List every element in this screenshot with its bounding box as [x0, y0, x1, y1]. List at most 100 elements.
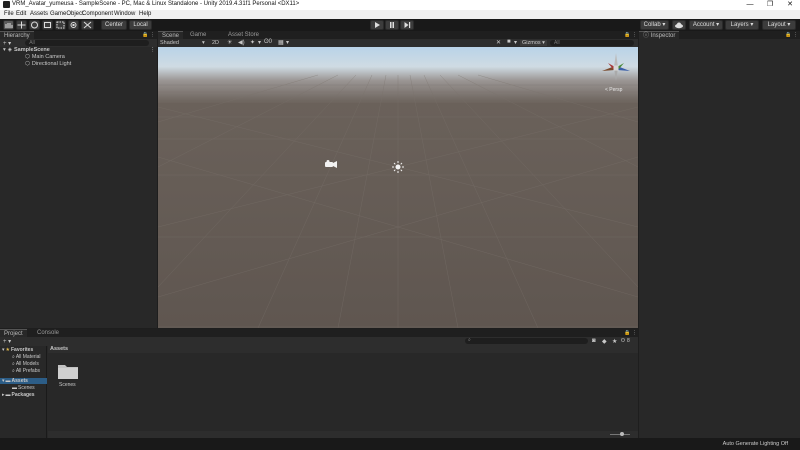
- menu-assets[interactable]: Assets: [30, 11, 48, 17]
- effects-toggle-icon[interactable]: ✦: [250, 39, 255, 46]
- tools-icon[interactable]: ✕: [496, 39, 501, 46]
- projection-label[interactable]: < Persp: [605, 87, 622, 93]
- gizmos-dropdown[interactable]: Gizmos ▾: [520, 40, 547, 46]
- game-tab-label: Game: [190, 32, 207, 38]
- hierarchy-item-main-camera[interactable]: ⬡ Main Camera: [25, 54, 65, 60]
- tab-project[interactable]: Project: [0, 329, 27, 337]
- tree-all-materials[interactable]: ⌕ All Material: [12, 354, 41, 360]
- inspector-tab-bar: ⓘ Inspector 🔒 ⋮: [639, 31, 800, 39]
- tab-asset-store[interactable]: Asset Store: [224, 31, 264, 39]
- tab-console[interactable]: Console: [33, 329, 64, 337]
- play-button[interactable]: [370, 20, 384, 30]
- status-bar: Auto Generate Lighting Off: [0, 438, 800, 450]
- toggle-2d-button[interactable]: 2D: [212, 40, 219, 46]
- icon-size-slider[interactable]: [610, 432, 630, 436]
- menu-help[interactable]: Help: [139, 11, 151, 17]
- search-placeholder: All: [554, 40, 560, 46]
- tab-game[interactable]: Game: [186, 31, 211, 39]
- collab-button[interactable]: Collab ▾: [640, 20, 669, 30]
- chevron-down-icon[interactable]: ▾: [202, 40, 205, 46]
- tree-scenes[interactable]: ▬ Scenes: [12, 385, 35, 391]
- pivot-mode-button[interactable]: Center: [101, 20, 127, 30]
- kebab-menu-icon[interactable]: ⋮: [632, 330, 637, 336]
- custom-tool-button[interactable]: [81, 20, 94, 30]
- lock-icon[interactable]: 🔒: [624, 330, 630, 336]
- create-button[interactable]: + ▾: [3, 40, 11, 47]
- chevron-down-icon[interactable]: ▾: [286, 39, 289, 46]
- kebab-menu-icon[interactable]: ⋮: [793, 32, 798, 38]
- hidden-objects-icon[interactable]: ʘ0: [264, 39, 272, 45]
- step-button[interactable]: [400, 20, 414, 30]
- menu-gameobject[interactable]: GameObject: [50, 11, 84, 17]
- tree-assets[interactable]: ▾ ▬ Assets: [0, 378, 47, 384]
- project-tab-bar: Project Console 🔒 ⋮: [0, 329, 638, 337]
- tree-all-prefabs[interactable]: ⌕ All Prefabs: [12, 368, 40, 374]
- menu-component[interactable]: Component: [82, 11, 113, 17]
- account-dropdown[interactable]: Account ▾: [689, 20, 723, 30]
- tab-inspector[interactable]: ⓘ Inspector: [639, 31, 680, 39]
- scene-menu-icon[interactable]: ⋮: [150, 47, 156, 53]
- lock-icon[interactable]: 🔒: [624, 32, 630, 38]
- transform-tool-button[interactable]: [68, 20, 79, 30]
- tree-item-label: Scenes: [18, 385, 35, 391]
- breadcrumb-assets[interactable]: Assets: [50, 346, 68, 352]
- expand-arrow-icon: ▾: [3, 47, 6, 53]
- hierarchy-scene-row[interactable]: ▾ ◈ SampleScene: [3, 47, 50, 53]
- cloud-button[interactable]: [672, 20, 686, 30]
- kebab-menu-icon[interactable]: ⋮: [150, 32, 155, 38]
- move-tool-button[interactable]: [16, 20, 27, 30]
- folder-icon: ▬: [5, 378, 11, 384]
- scale-tool-button[interactable]: [42, 20, 53, 30]
- hand-tool-button[interactable]: [3, 20, 14, 30]
- camera-icon[interactable]: ■: [507, 39, 511, 45]
- slider-thumb[interactable]: [620, 432, 624, 436]
- scene-viewport[interactable]: < Persp: [158, 47, 638, 328]
- project-content: Assets Scenes: [48, 346, 638, 438]
- orientation-gizmo[interactable]: [599, 51, 633, 85]
- rotate-tool-button[interactable]: [29, 20, 40, 30]
- tree-packages[interactable]: ▸ ▬ Packages: [2, 392, 35, 398]
- create-button[interactable]: + ▾: [3, 338, 11, 345]
- menu-edit[interactable]: Edit: [16, 11, 26, 17]
- camera-gizmo-icon[interactable]: [325, 160, 337, 168]
- menu-window[interactable]: Window: [114, 11, 135, 17]
- scene-name: SampleScene: [14, 47, 50, 53]
- tree-all-models[interactable]: ⌕ All Models: [12, 361, 39, 367]
- close-button[interactable]: ✕: [780, 0, 800, 10]
- hierarchy-search-input[interactable]: All: [25, 40, 150, 46]
- kebab-menu-icon[interactable]: ⋮: [632, 32, 637, 38]
- filter-by-label-icon[interactable]: ◆: [602, 338, 607, 345]
- pivot-rotation-button[interactable]: Local: [129, 20, 152, 30]
- hand-icon: [5, 23, 13, 28]
- lock-icon[interactable]: 🔒: [785, 32, 791, 38]
- lighting-toggle-icon[interactable]: ☀: [227, 39, 232, 46]
- pause-button[interactable]: [385, 20, 399, 30]
- chevron-down-icon: ▾: [750, 22, 754, 28]
- layout-dropdown[interactable]: Layout ▾: [762, 20, 796, 30]
- chevron-down-icon[interactable]: ▾: [258, 39, 261, 46]
- search-icon: ⌕: [12, 354, 15, 360]
- favorite-icon[interactable]: ★: [612, 338, 617, 345]
- folder-item-scenes[interactable]: Scenes: [57, 362, 79, 388]
- rect-tool-button[interactable]: [55, 20, 66, 30]
- light-gizmo-icon[interactable]: [392, 161, 404, 173]
- minimize-button[interactable]: —: [740, 0, 760, 10]
- hidden-packages-icon[interactable]: ʘ: [621, 338, 625, 344]
- filter-by-type-icon[interactable]: ◙: [592, 338, 596, 344]
- menu-file[interactable]: File: [4, 11, 14, 17]
- audio-toggle-icon[interactable]: ◀): [238, 39, 245, 46]
- tab-scene[interactable]: Scene: [158, 31, 184, 39]
- pivot-rotation-label: Local: [133, 22, 148, 28]
- hierarchy-item-label: Directional Light: [31, 61, 72, 67]
- grid-toggle-icon[interactable]: ▦: [278, 39, 284, 46]
- tab-hierarchy[interactable]: Hierarchy: [0, 31, 34, 39]
- scene-search-input[interactable]: All: [550, 40, 634, 46]
- shading-mode-dropdown[interactable]: Shaded: [160, 40, 179, 46]
- hierarchy-item-directional-light[interactable]: ⬡ Directional Light: [25, 61, 71, 67]
- chevron-down-icon[interactable]: ▾: [514, 39, 517, 46]
- layers-dropdown[interactable]: Layers ▾: [725, 20, 759, 30]
- tree-favorites[interactable]: ▾ ★ Favorites: [2, 347, 33, 353]
- maximize-button[interactable]: ❐: [760, 0, 780, 10]
- project-search-input[interactable]: ⌕: [465, 337, 588, 344]
- lock-icon[interactable]: 🔒: [142, 32, 148, 38]
